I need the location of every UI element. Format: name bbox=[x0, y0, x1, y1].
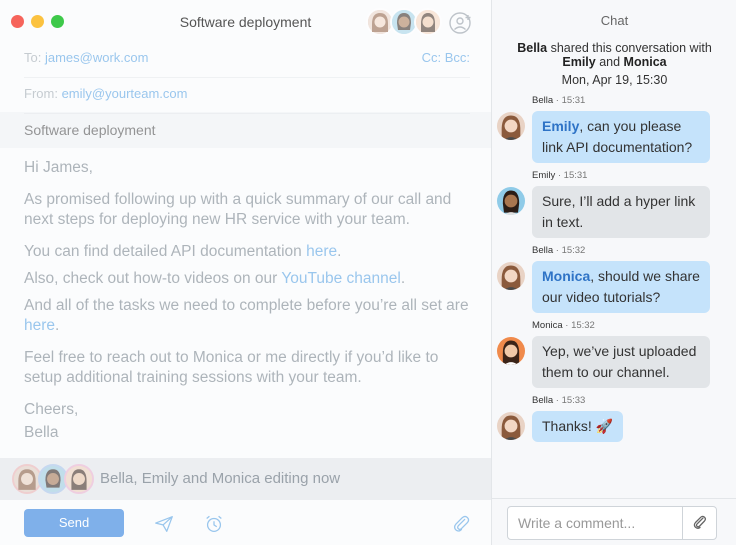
body-text: You can find detailed API documentation bbox=[24, 243, 307, 260]
comment-attach-button[interactable] bbox=[682, 507, 716, 539]
collaborator-avatars[interactable] bbox=[366, 8, 446, 38]
chat-panel: Chat Bella shared this conversation with… bbox=[491, 0, 736, 545]
send-later-icon[interactable] bbox=[153, 513, 175, 535]
youtube-channel-link[interactable]: YouTube channel bbox=[281, 270, 401, 287]
signature: Bella bbox=[24, 424, 59, 441]
from-sender[interactable]: emily@yourteam.com bbox=[62, 86, 188, 101]
message-time: · 15:32 bbox=[562, 320, 595, 331]
editing-avatars bbox=[12, 464, 97, 494]
body-paragraph: As promised following up with a quick su… bbox=[24, 191, 452, 228]
email-compose-window: Software deployment To: james@work.com C… bbox=[0, 0, 491, 545]
body-paragraph: Also, check out how-to videos on our You… bbox=[24, 269, 474, 289]
message-time: · 15:31 bbox=[555, 170, 588, 181]
message-meta: Bella · 15:33 bbox=[532, 395, 585, 406]
message-time: · 15:33 bbox=[553, 395, 586, 406]
author-name: Bella bbox=[532, 395, 554, 406]
message-time: · 15:32 bbox=[553, 245, 586, 256]
to-field[interactable]: To: james@work.com Cc: Bcc: bbox=[24, 42, 470, 78]
body-text: . bbox=[337, 243, 342, 260]
shared-date: Mon, Apr 19, 15:30 bbox=[561, 73, 668, 87]
author-name: Monica bbox=[532, 320, 563, 331]
body-text: And all of the tasks we need to complete… bbox=[24, 297, 469, 314]
avatar bbox=[64, 464, 94, 494]
alarm-clock-icon[interactable] bbox=[203, 513, 225, 535]
message-meta: Bella · 15:32 bbox=[532, 245, 585, 256]
closing: Cheers, bbox=[24, 401, 79, 418]
author-name: Bella bbox=[532, 245, 554, 256]
comment-box bbox=[507, 506, 717, 540]
shared-text: and bbox=[595, 55, 624, 69]
chat-title: Chat bbox=[600, 13, 629, 28]
message-time: · 15:31 bbox=[553, 95, 586, 106]
body-text: . bbox=[55, 317, 60, 334]
message-bubble: Yep, we’ve just uploaded them to our cha… bbox=[532, 336, 710, 388]
message-text: Yep, we’ve just uploaded them to our cha… bbox=[542, 343, 697, 380]
subject-field[interactable]: Software deployment bbox=[24, 114, 470, 150]
mention[interactable]: Monica bbox=[542, 268, 590, 284]
to-recipient[interactable]: james@work.com bbox=[45, 50, 149, 65]
editing-status-bar: Bella, Emily and Monica editing now bbox=[0, 458, 491, 500]
message-bubble: Monica, should we share our video tutori… bbox=[532, 261, 710, 313]
message-bubble: Thanks! 🚀 bbox=[532, 411, 624, 442]
avatar bbox=[414, 8, 442, 36]
message-bubble: Sure, I’ll add a hyper link in text. bbox=[532, 186, 710, 238]
tasks-link[interactable]: here bbox=[24, 317, 55, 334]
message-text: Sure, I’ll add a hyper link in text. bbox=[542, 193, 696, 230]
comment-input[interactable] bbox=[508, 507, 684, 539]
body-text: . bbox=[400, 270, 406, 287]
email-body[interactable]: Hi James, As promised following up with … bbox=[24, 158, 474, 455]
to-label: To: bbox=[24, 50, 42, 65]
message-meta: Bella · 15:31 bbox=[532, 95, 585, 106]
sharer-name: Bella bbox=[517, 41, 548, 55]
subject-text[interactable]: Software deployment bbox=[24, 122, 156, 138]
message-meta: Emily · 15:31 bbox=[532, 170, 587, 181]
shared-notice: Bella shared this conversation with Emil… bbox=[492, 41, 736, 69]
body-paragraph: Feel free to reach out to Monica or me d… bbox=[24, 349, 439, 386]
greeting: Hi James, bbox=[24, 159, 93, 176]
from-label: From: bbox=[24, 86, 58, 101]
editing-status-text: Bella, Emily and Monica editing now bbox=[100, 470, 341, 487]
avatar bbox=[497, 187, 525, 215]
avatar bbox=[497, 412, 525, 440]
shared-with-name: Monica bbox=[623, 55, 667, 69]
body-paragraph: You can find detailed API documentation … bbox=[24, 242, 474, 262]
message-text: Thanks! 🚀 bbox=[542, 418, 614, 434]
author-name: Bella bbox=[532, 95, 554, 106]
avatar bbox=[497, 262, 525, 290]
avatar bbox=[497, 337, 525, 365]
chat-divider bbox=[492, 498, 736, 499]
attachment-icon bbox=[693, 515, 707, 529]
author-name: Emily bbox=[532, 170, 556, 181]
cc-bcc-link[interactable]: Cc: Bcc: bbox=[422, 42, 470, 74]
send-button[interactable]: Send bbox=[24, 509, 124, 537]
attachment-icon[interactable] bbox=[450, 513, 472, 535]
body-paragraph: And all of the tasks we need to complete… bbox=[24, 296, 474, 336]
shared-text: shared this conversation with bbox=[547, 41, 712, 55]
shared-with-name: Emily bbox=[562, 55, 596, 69]
message-meta: Monica · 15:32 bbox=[532, 320, 595, 331]
api-docs-link[interactable]: here bbox=[306, 243, 337, 260]
from-field[interactable]: From: emily@yourteam.com bbox=[24, 78, 470, 114]
avatar bbox=[497, 112, 525, 140]
message-bubble: Emily, can you please link API documenta… bbox=[532, 111, 710, 163]
body-text: Also, check out how-to videos on our bbox=[24, 270, 282, 287]
mention[interactable]: Emily bbox=[542, 118, 579, 134]
add-user-icon[interactable] bbox=[449, 11, 473, 35]
